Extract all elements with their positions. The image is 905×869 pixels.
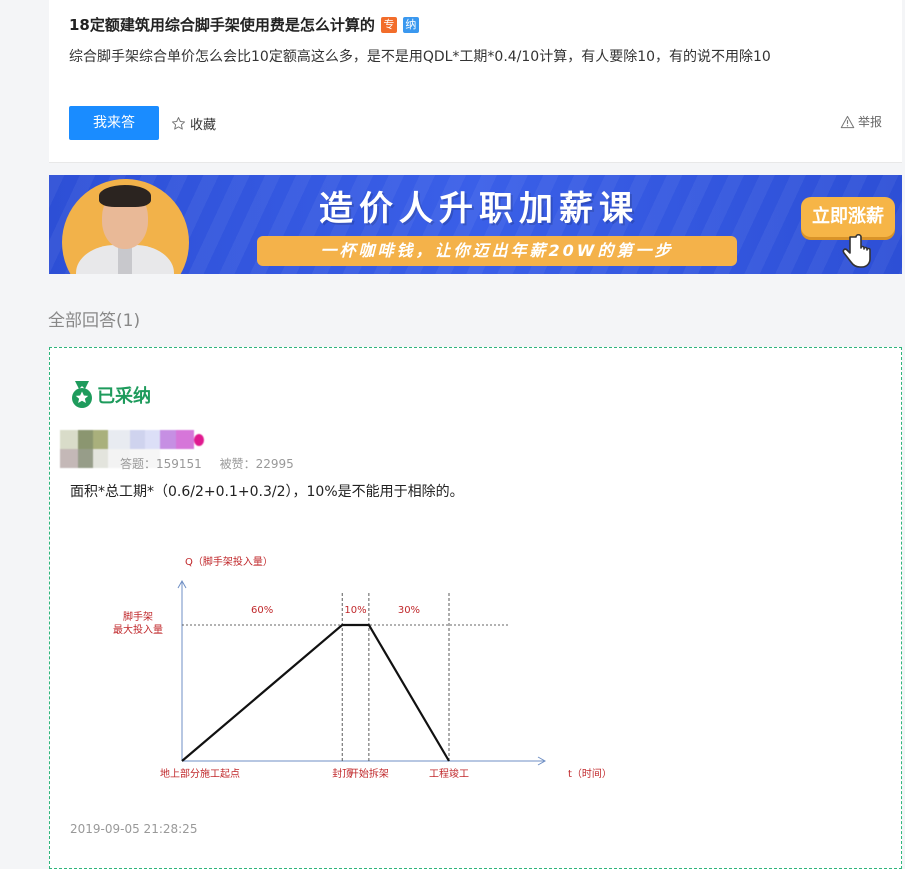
x-axis-label: t（时间）	[568, 767, 612, 780]
question-card: 18定额建筑用综合脚手架使用费是怎么计算的 专 纳 综合脚手架综合单价怎么会比1…	[49, 0, 902, 163]
series-line	[181, 623, 450, 762]
answer-text: 面积*总工期*（0.6/2+0.1+0.3/2），10%是不能用于相除的。	[70, 484, 464, 500]
segment-label-3: 30%	[398, 605, 420, 616]
badge-specialist: 专	[380, 16, 397, 33]
y-marker-label-line2: 最大投入量	[113, 623, 163, 636]
instructor-hair	[99, 185, 151, 207]
adopted-tag: 已采纳	[70, 380, 151, 410]
pointing-hand-icon	[842, 233, 871, 268]
y-axis-label: Q（脚手架投入量）	[185, 555, 273, 568]
banner-title: 造价人升职加薪课	[319, 189, 639, 229]
star-icon	[171, 117, 186, 130]
x-tick-label-3: 开始拆架	[349, 767, 389, 780]
answer-count: 答题：159151	[120, 457, 202, 471]
x-tick-label-4: 工程竣工	[429, 767, 469, 780]
segment-label-1: 60%	[251, 605, 273, 616]
favorite-button[interactable]: 收藏	[171, 114, 216, 133]
answer-card: 已采纳 答题：159151 被赞：22995 面积*总工期*（0.6/2+0.1…	[49, 347, 902, 869]
medal-icon	[72, 381, 92, 408]
question-description: 综合脚手架综合单价怎么会比10定额高这么多，是不是用QDL*工期*0.4/10计…	[69, 49, 771, 65]
warning-icon	[840, 115, 855, 128]
favorite-label: 收藏	[190, 118, 217, 133]
adopted-label: 已采纳	[97, 386, 151, 407]
x-tick-label-1: 地上部分施工起点	[160, 767, 240, 780]
badge-adopted: 纳	[402, 16, 419, 33]
answer-timestamp: 2019-09-05 21:28:25	[70, 822, 198, 836]
answer-button[interactable]: 我来答	[69, 106, 159, 140]
y-marker-label-line1: 脚手架	[123, 610, 153, 623]
question-title-row[interactable]: 18定额建筑用综合脚手架使用费是怎么计算的 专 纳	[69, 14, 419, 35]
user-stats: 答题：159151 被赞：22995	[120, 455, 308, 472]
promo-banner[interactable]: 造价人升职加薪课 一杯咖啡钱，让你迈出年薪20W的第一步 立即涨薪	[49, 175, 902, 274]
scaffold-usage-chart: Q（脚手架投入量）t（时间）脚手架最大投入量地上部分施工起点 封顶开始拆架 工程竣工…	[113, 555, 612, 780]
like-count: 被赞：22995	[219, 457, 294, 471]
report-label: 举报	[857, 115, 882, 129]
banner-subtitle: 一杯咖啡钱，让你迈出年薪20W的第一步	[257, 236, 737, 266]
all-answers-header: 全部回答(1)	[48, 311, 141, 331]
question-title[interactable]: 18定额建筑用综合脚手架使用费是怎么计算的	[69, 14, 375, 35]
segment-label-2: 10%	[344, 605, 366, 616]
instructor-tie	[118, 247, 132, 274]
report-button[interactable]: 举报	[840, 113, 882, 130]
banner-cta-button[interactable]: 立即涨薪	[801, 197, 895, 237]
